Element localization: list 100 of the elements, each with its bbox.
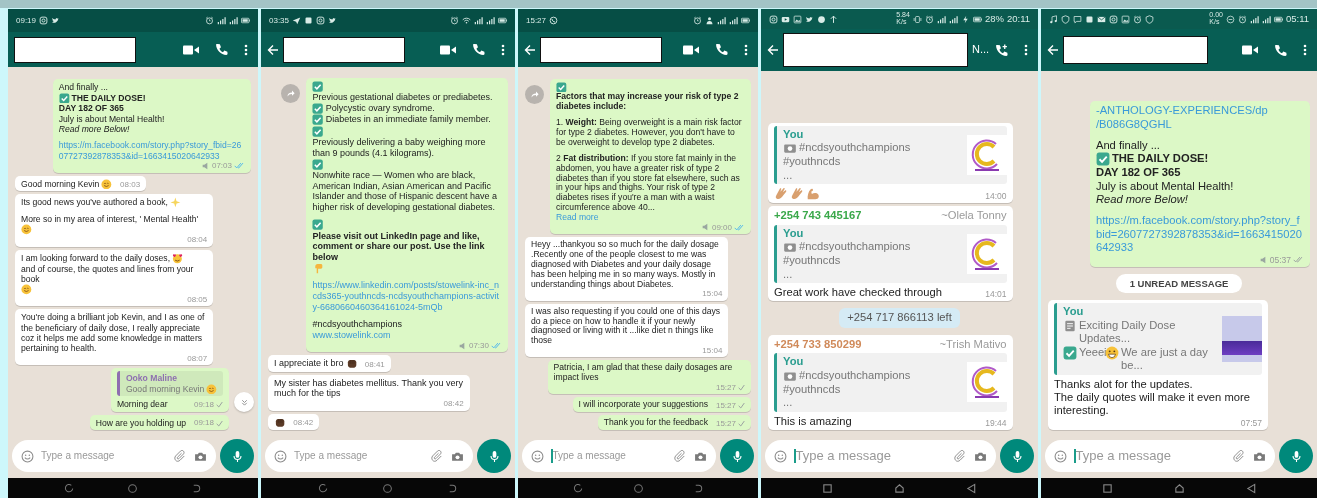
message-text: THE DAILY DOSE!: [71, 92, 146, 103]
emoji-icon[interactable]: [274, 449, 287, 463]
microphone-button[interactable]: [477, 439, 511, 473]
video-call-icon[interactable]: [683, 43, 699, 56]
message-input-field[interactable]: Type a message: [552, 450, 667, 462]
link[interactable]: Read more: [556, 213, 599, 223]
back-icon[interactable]: [447, 482, 459, 494]
phone-icon[interactable]: [472, 43, 485, 56]
message-text: ...: [783, 267, 793, 281]
menu-icon[interactable]: [744, 43, 748, 56]
smiley-icon: [21, 224, 32, 236]
message-composer[interactable]: Type a message: [522, 440, 716, 472]
image-icon: [793, 14, 802, 24]
back-icon[interactable]: [1245, 482, 1257, 494]
timestamp: 15:27: [715, 383, 736, 393]
video-call-icon[interactable]: [183, 43, 199, 56]
status-time: 09:19: [16, 15, 37, 26]
back-arrow-icon[interactable]: [1047, 44, 1059, 56]
quoted-message[interactable]: You Exciting Daily Dose Updates... Yeeei We are just a day be...: [1054, 303, 1263, 375]
home-icon[interactable]: [632, 482, 644, 494]
checkmark-icon: [312, 219, 324, 231]
phone-icon[interactable]: [215, 43, 228, 56]
home-icon[interactable]: [894, 482, 905, 494]
message-composer[interactable]: Type a message: [265, 440, 473, 472]
menu-icon[interactable]: [1303, 44, 1307, 56]
signal-icon: [1249, 14, 1259, 24]
message-composer[interactable]: Type a message: [1045, 440, 1275, 472]
message-composer[interactable]: Type a message: [12, 440, 216, 472]
phone-icon[interactable]: [715, 43, 728, 56]
microphone-icon: [1010, 449, 1024, 463]
heart-eyes-smiley-icon: [172, 252, 183, 264]
emoji-icon[interactable]: [21, 449, 34, 463]
quoted-message[interactable]: You #ncdsyouthchampions #youthncds ...: [774, 353, 1007, 412]
back-arrow-icon[interactable]: [767, 44, 779, 56]
signal-icon: [474, 16, 483, 25]
emoji-icon[interactable]: [1054, 449, 1067, 463]
message-text: Heyy ...thankyou so so much for the daily dosage .Recently one of the people closest to me was diagnosed with Diabetes and your daily dosage has been helping me in so many ways. Mostly in understanding things about Diabetes.: [531, 240, 720, 290]
chat-title[interactable]: N...: [972, 43, 990, 57]
message-text: I was also requesting if you could one of this days do a piece on how to handle it if your newly diagnosed or living with it ...like diet n things like those: [531, 306, 722, 347]
play-icon: [781, 14, 790, 24]
up-arrow-icon: [829, 14, 838, 24]
phone-icon[interactable]: [1274, 43, 1287, 57]
back-icon[interactable]: [966, 482, 978, 494]
recent-apps-icon[interactable]: [572, 482, 584, 494]
back-arrow-icon[interactable]: [267, 43, 279, 56]
microphone-button[interactable]: [220, 439, 254, 473]
emoji-icon[interactable]: [531, 449, 544, 463]
microphone-button[interactable]: [1279, 439, 1313, 473]
message-input-field[interactable]: Type a message: [1075, 448, 1226, 464]
link[interactable]: -ANTHOLOGY-EXPERIENCES/dp: [1095, 104, 1268, 118]
paperclip-icon[interactable]: [174, 449, 187, 463]
music-note-icon: [1049, 14, 1058, 24]
timestamp: 08:05: [187, 294, 208, 305]
sender-number[interactable]: +254 743 445167: [774, 209, 862, 223]
link[interactable]: https://m.facebook.com/story.php?story_fbid=2607727392878353&id=1663415020642933: [1095, 214, 1304, 255]
home-icon[interactable]: [127, 482, 139, 494]
alarm-icon: [924, 14, 934, 24]
message-text: Exciting Daily Dose Updates...: [1079, 318, 1177, 346]
quote-author: You: [783, 127, 805, 142]
message-composer[interactable]: Type a message: [765, 440, 996, 472]
quoted-message[interactable]: You #ncdsyouthchampions #youthncds ...: [774, 125, 1007, 185]
message-text: #youthncds: [783, 155, 841, 169]
battery-icon: [972, 14, 982, 24]
video-call-icon[interactable]: [440, 43, 456, 56]
home-icon[interactable]: [382, 482, 394, 494]
sender-number[interactable]: +254 733 850299: [774, 337, 862, 352]
battery-icon: [1273, 14, 1283, 24]
microphone-button[interactable]: [1000, 439, 1034, 473]
battery-icon: [498, 16, 507, 25]
emoji-icon[interactable]: [774, 449, 787, 463]
send-icon: [292, 16, 302, 25]
paperclip-icon[interactable]: [674, 449, 687, 463]
menu-icon[interactable]: [244, 43, 248, 56]
add-call-icon[interactable]: [995, 43, 1008, 57]
message-input-field[interactable]: Type a message: [294, 450, 424, 462]
back-arrow-icon[interactable]: [524, 43, 536, 56]
message-input-field[interactable]: Type a message: [41, 450, 167, 462]
alarm-icon: [693, 16, 702, 25]
link[interactable]: https://www.linkedin.com/posts/stowelink-inc_ncds365-youthncds-ncdsyouthchampions-activity-6680660460364161024-5mQb: [312, 280, 502, 313]
paperclip-icon[interactable]: [954, 449, 967, 463]
home-icon[interactable]: [1173, 482, 1185, 494]
quoted-message[interactable]: You #ncdsyouthchampions #youthncds ...: [774, 224, 1007, 283]
quoted-message[interactable]: Ooko Maline Good morning Kevin: [116, 371, 223, 397]
link[interactable]: www.stowelink.com: [312, 329, 391, 341]
recent-apps-icon[interactable]: [1101, 482, 1113, 494]
recent-apps-icon[interactable]: [317, 482, 329, 494]
timestamp: 14:01: [985, 289, 1007, 300]
menu-icon[interactable]: [1024, 44, 1028, 56]
message-input-field[interactable]: Type a message: [795, 448, 947, 464]
paperclip-icon[interactable]: [431, 449, 444, 463]
timestamp: 15:27: [715, 400, 736, 411]
video-call-icon[interactable]: [1242, 44, 1258, 56]
recent-apps-icon[interactable]: [64, 482, 76, 494]
message-text: #ncdsyouthchampions: [799, 240, 911, 254]
recent-apps-icon[interactable]: [821, 482, 833, 494]
menu-icon[interactable]: [501, 43, 505, 56]
paperclip-icon[interactable]: [1233, 449, 1246, 463]
microphone-button[interactable]: [720, 439, 754, 473]
link[interactable]: /B086G8QGHL: [1095, 117, 1172, 131]
link[interactable]: https://m.facebook.com/story.php?story_fbid=2607727392878353&id=1663415020642933: [58, 140, 245, 161]
